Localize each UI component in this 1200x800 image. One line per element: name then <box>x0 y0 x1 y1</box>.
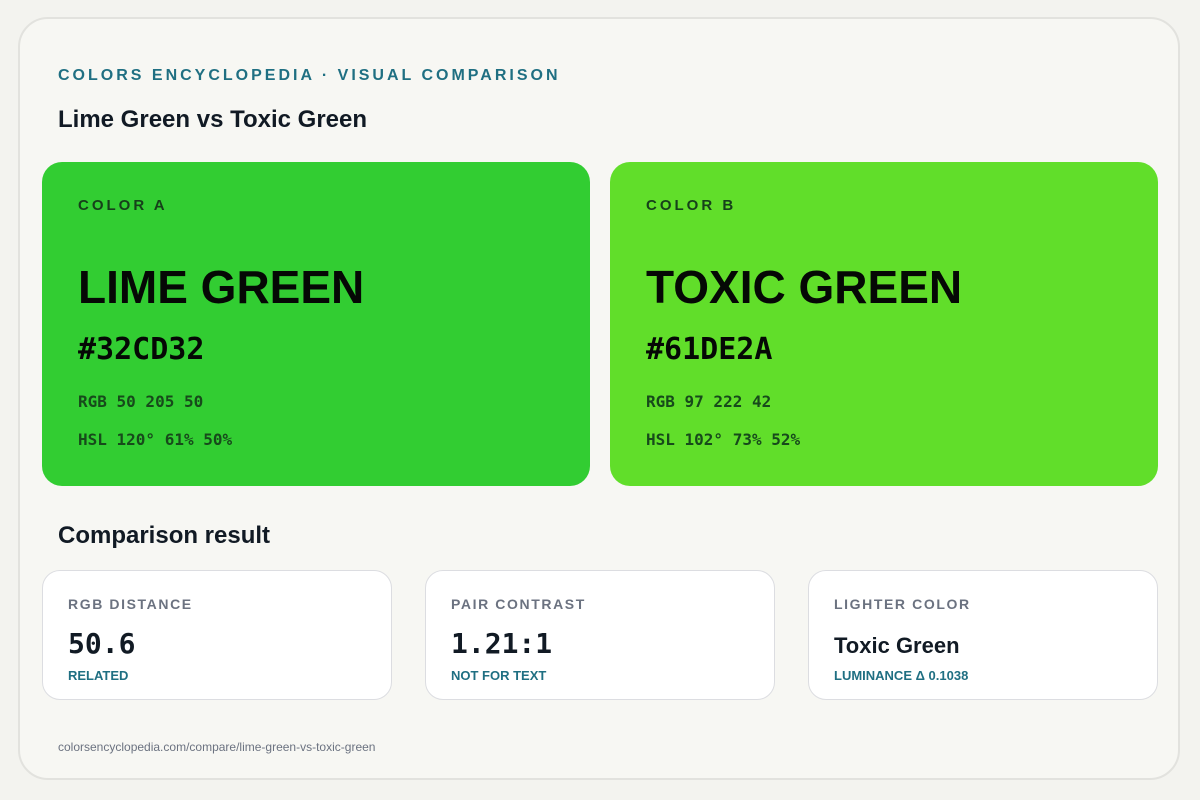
stat-note: RELATED <box>68 668 129 683</box>
color-a-hex: #32CD32 <box>78 332 205 367</box>
rgb-distance-card: RGB DISTANCE 50.6 RELATED <box>42 570 392 700</box>
color-a-label: COLOR A <box>78 197 168 214</box>
color-b-hsl: HSL 102° 73% 52% <box>646 430 801 449</box>
color-b-swatch: COLOR B Toxic Green #61DE2A RGB 97 222 4… <box>610 162 1158 486</box>
color-b-hex: #61DE2A <box>646 332 773 367</box>
stat-value: 1.21:1 <box>451 627 553 660</box>
stat-label: PAIR CONTRAST <box>451 596 586 612</box>
page-title: Lime Green vs Toxic Green <box>58 106 368 133</box>
stat-label: LIGHTER COLOR <box>834 596 971 612</box>
footer-url[interactable]: colorsencyclopedia.com/compare/lime-gree… <box>58 740 375 754</box>
lighter-color-card: LIGHTER COLOR Toxic Green LUMINANCE Δ 0.… <box>808 570 1158 700</box>
comparison-title: Comparison result <box>58 522 271 549</box>
color-b-rgb: RGB 97 222 42 <box>646 392 772 411</box>
color-a-name: Lime Green <box>78 261 365 313</box>
stat-value: Toxic Green <box>834 633 960 658</box>
color-b-name: Toxic Green <box>646 261 963 313</box>
stat-note: LUMINANCE Δ 0.1038 <box>834 668 969 683</box>
pair-contrast-card: PAIR CONTRAST 1.21:1 NOT FOR TEXT <box>425 570 775 700</box>
color-a-swatch: COLOR A Lime Green #32CD32 RGB 50 205 50… <box>42 162 590 486</box>
stat-label: RGB DISTANCE <box>68 596 193 612</box>
stat-value: 50.6 <box>68 627 136 660</box>
page-eyebrow: COLORS ENCYCLOPEDIA · VISUAL COMPARISON <box>58 67 561 84</box>
color-b-label: COLOR B <box>646 197 737 214</box>
color-a-rgb: RGB 50 205 50 <box>78 392 204 411</box>
color-a-hsl: HSL 120° 61% 50% <box>78 430 233 449</box>
stat-note: NOT FOR TEXT <box>451 668 547 683</box>
